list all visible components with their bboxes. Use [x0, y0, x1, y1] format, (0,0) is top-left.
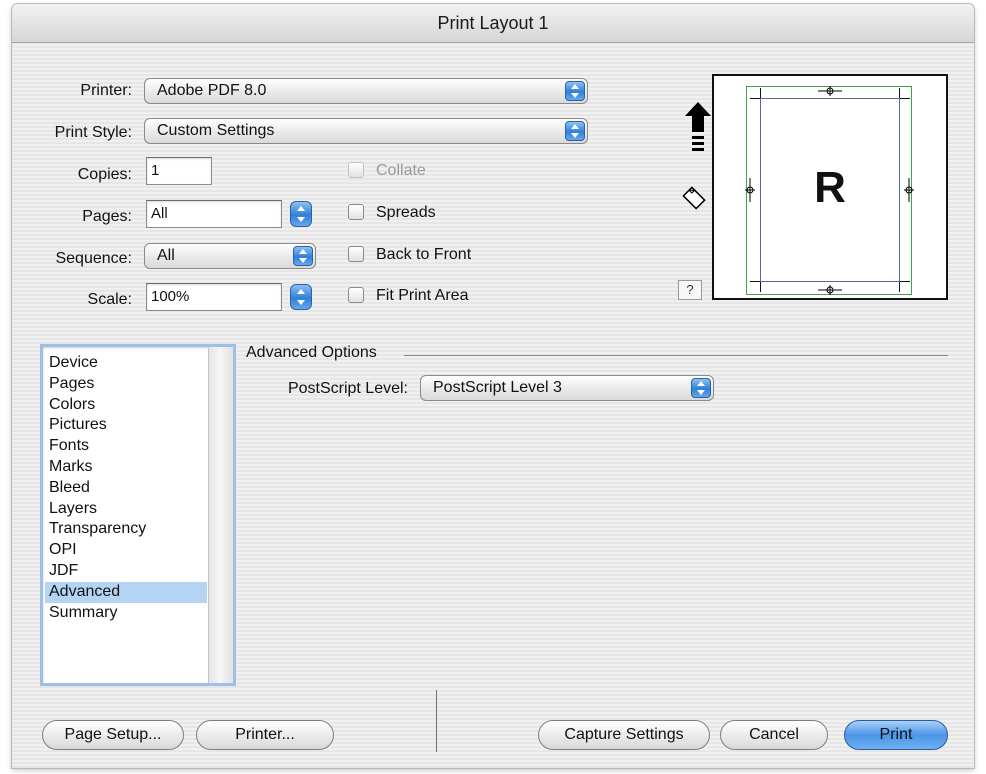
- collate-label: Collate: [376, 162, 426, 179]
- list-item[interactable]: JDF: [45, 561, 207, 582]
- scale-stepper[interactable]: [290, 284, 312, 310]
- copies-label: Copies:: [77, 166, 132, 183]
- pages-stepper[interactable]: [290, 201, 312, 227]
- crop-mark: [900, 281, 910, 282]
- copies-field[interactable]: 1: [146, 157, 212, 185]
- help-button[interactable]: ?: [678, 280, 702, 300]
- crop-mark: [760, 282, 761, 292]
- printer-popup[interactable]: Adobe PDF 8.0: [144, 78, 588, 104]
- print-style-value: Custom Settings: [157, 122, 275, 139]
- pages-field[interactable]: All: [146, 200, 282, 228]
- list-item[interactable]: Layers: [45, 499, 207, 520]
- popup-arrows-icon: [565, 121, 585, 141]
- scale-field[interactable]: 100%: [146, 283, 282, 311]
- popup-arrows-icon: [691, 378, 711, 398]
- printer-label: Printer:: [80, 82, 132, 99]
- print-style-popup[interactable]: Custom Settings: [144, 118, 588, 144]
- pages-label: Pages:: [82, 208, 132, 225]
- fit-print-area-label: Fit Print Area: [376, 287, 469, 304]
- list-item[interactable]: Fonts: [45, 436, 207, 457]
- list-item[interactable]: Pictures: [45, 415, 207, 436]
- list-item[interactable]: Summary: [45, 603, 207, 624]
- list-item[interactable]: Pages: [45, 374, 207, 395]
- crop-mark: [899, 282, 900, 292]
- sequence-popup[interactable]: All: [144, 243, 316, 269]
- registration-mark-right: [904, 178, 914, 202]
- registration-mark-bottom: [818, 285, 842, 295]
- popup-arrows-icon: [565, 81, 585, 101]
- feed-direction-icon: [685, 102, 711, 151]
- sequence-value: All: [157, 247, 175, 264]
- print-dialog: Print Layout 1 Printer: Adobe PDF 8.0 Pr…: [12, 4, 974, 768]
- crop-mark: [899, 88, 900, 98]
- registration-mark-top: [818, 86, 842, 96]
- list-item[interactable]: Marks: [45, 457, 207, 478]
- popup-arrows-icon: [293, 246, 313, 266]
- postscript-level-label: PostScript Level:: [287, 380, 408, 397]
- print-style-label: Print Style:: [54, 124, 132, 141]
- printer-value: Adobe PDF 8.0: [157, 82, 267, 99]
- crop-mark: [750, 98, 760, 99]
- postscript-level-popup[interactable]: PostScript Level 3: [420, 375, 714, 401]
- postscript-level-value: PostScript Level 3: [433, 379, 562, 396]
- rotate-page-icon[interactable]: [680, 184, 708, 212]
- list-item[interactable]: Device: [45, 353, 207, 374]
- page-preview-letter: R: [814, 163, 846, 212]
- print-button[interactable]: Print: [844, 720, 948, 750]
- crop-mark: [760, 88, 761, 98]
- registration-mark-left: [745, 178, 755, 202]
- category-list[interactable]: Device Pages Colors Pictures Fonts Marks Bleed…: [40, 344, 236, 686]
- checkbox-box: [348, 287, 364, 303]
- spreads-label: Spreads: [376, 204, 436, 221]
- advanced-options-title: Advanced Options: [246, 344, 377, 361]
- scale-label: Scale:: [87, 291, 132, 308]
- sequence-label: Sequence:: [55, 250, 132, 267]
- list-item[interactable]: Advanced: [45, 581, 207, 603]
- button-separator: [436, 690, 437, 752]
- back-to-front-label: Back to Front: [376, 246, 472, 263]
- printer-button[interactable]: Printer...: [196, 720, 334, 750]
- list-item[interactable]: Bleed: [45, 478, 207, 499]
- checkbox-box: [348, 246, 364, 262]
- list-item[interactable]: Transparency: [45, 519, 207, 540]
- list-item[interactable]: Colors: [45, 395, 207, 416]
- crop-mark: [750, 281, 760, 282]
- category-items: Device Pages Colors Pictures Fonts Marks Bleed…: [45, 353, 207, 623]
- group-divider: [404, 355, 948, 356]
- cancel-button[interactable]: Cancel: [720, 720, 828, 750]
- checkbox-box: [348, 162, 364, 178]
- page-preview: R: [712, 74, 948, 300]
- capture-settings-button[interactable]: Capture Settings: [538, 720, 710, 750]
- category-scrollbar[interactable]: [208, 347, 233, 683]
- crop-mark: [900, 98, 910, 99]
- checkbox-box: [348, 204, 364, 220]
- page-setup-button[interactable]: Page Setup...: [42, 720, 184, 750]
- list-item[interactable]: OPI: [45, 540, 207, 561]
- window-title: Print Layout 1: [12, 4, 974, 43]
